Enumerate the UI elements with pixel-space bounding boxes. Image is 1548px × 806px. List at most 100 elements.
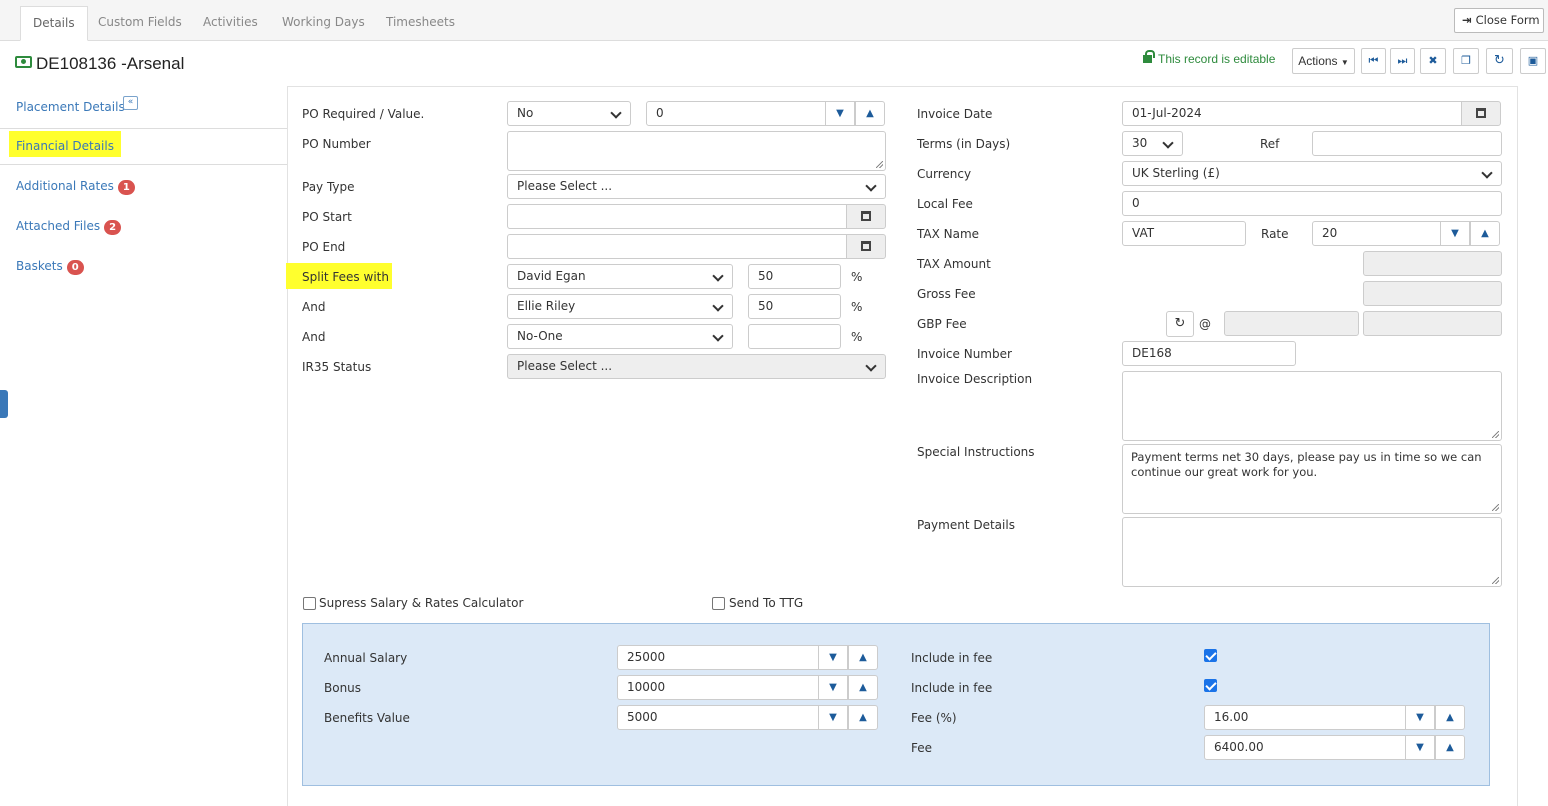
- decrement-button[interactable]: ▼: [1405, 735, 1435, 760]
- split-fee-2-percent[interactable]: 50: [748, 294, 841, 319]
- chevron-down-icon: ▼: [836, 108, 844, 119]
- bonus-input[interactable]: 10000: [617, 675, 819, 700]
- local-fee-input[interactable]: 0: [1122, 191, 1502, 216]
- po-end-calendar-button[interactable]: [846, 234, 886, 259]
- split-fee-2-select[interactable]: Ellie Riley: [507, 294, 733, 319]
- po-end-label: PO End: [302, 240, 346, 254]
- pay-type-select[interactable]: Please Select ...: [507, 174, 886, 199]
- fee-input[interactable]: 6400.00: [1204, 735, 1406, 760]
- first-record-button[interactable]: ⏮: [1361, 48, 1386, 74]
- special-instructions-label: Special Instructions: [917, 445, 1035, 459]
- po-required-select[interactable]: No: [507, 101, 631, 126]
- chevron-down-icon: ▼: [829, 712, 837, 723]
- increment-button[interactable]: ▲: [1470, 221, 1500, 246]
- suppress-calculator-label: Supress Salary & Rates Calculator: [319, 596, 524, 610]
- last-record-button[interactable]: ⏭: [1390, 48, 1415, 74]
- increment-button[interactable]: ▲: [1435, 735, 1465, 760]
- annual-salary-input[interactable]: 25000: [617, 645, 819, 670]
- gbp-fee-label: GBP Fee: [917, 317, 967, 331]
- collapse-icon[interactable]: «: [123, 96, 138, 110]
- percent-symbol: %: [851, 300, 863, 314]
- sidebar-item-placement-details[interactable]: Placement Details: [16, 100, 125, 114]
- payment-details-field[interactable]: [1122, 517, 1502, 587]
- split-fee-3-select[interactable]: No-One: [507, 324, 733, 349]
- increment-button[interactable]: ▲: [855, 101, 885, 126]
- count-badge: 2: [104, 220, 122, 235]
- split-fee-3-percent[interactable]: [748, 324, 841, 349]
- include-bonus-checkbox[interactable]: [1204, 679, 1217, 692]
- tab-custom-fields[interactable]: Custom Fields: [86, 6, 194, 41]
- payment-details-label: Payment Details: [917, 518, 1015, 532]
- currency-select[interactable]: UK Sterling (£): [1122, 161, 1502, 186]
- last-icon: ⏭: [1397, 54, 1408, 67]
- include-in-fee-label: Include in fee: [911, 651, 993, 665]
- po-end-input[interactable]: [507, 234, 847, 259]
- special-instructions-field[interactable]: Payment terms net 30 days, please pay us…: [1122, 444, 1502, 514]
- split-fee-1-select[interactable]: David Egan: [507, 264, 733, 289]
- rate-label: Rate: [1261, 227, 1289, 241]
- suppress-calculator-checkbox[interactable]: [303, 597, 316, 610]
- bonus-label: Bonus: [324, 681, 362, 695]
- tab-details[interactable]: Details: [20, 6, 88, 41]
- decrement-button[interactable]: ▼: [818, 675, 848, 700]
- terms-select[interactable]: 30: [1122, 131, 1183, 156]
- increment-button[interactable]: ▲: [848, 675, 878, 700]
- tab-timesheets[interactable]: Timesheets: [374, 6, 467, 41]
- decrement-button[interactable]: ▼: [818, 645, 848, 670]
- refresh-icon: ↻: [1494, 53, 1505, 68]
- percent-symbol: %: [851, 270, 863, 284]
- and-label: And: [302, 330, 326, 344]
- currency-label: Currency: [917, 167, 972, 181]
- pay-type-label: Pay Type: [302, 180, 355, 194]
- chevron-down-icon: ▼: [1451, 228, 1459, 239]
- copy-button[interactable]: ❐: [1453, 48, 1479, 74]
- increment-button[interactable]: ▲: [848, 705, 878, 730]
- save-icon: ▣: [1527, 54, 1539, 67]
- panel-drag-handle[interactable]: [0, 390, 8, 418]
- fee-percent-input[interactable]: 16.00: [1204, 705, 1406, 730]
- chevron-up-icon: ▲: [859, 712, 867, 723]
- refresh-button[interactable]: ↻: [1486, 48, 1513, 74]
- sidebar-item-attached-files[interactable]: Attached Files 2: [16, 219, 122, 235]
- delete-button[interactable]: ✖: [1420, 48, 1446, 74]
- ir35-status-select[interactable]: Please Select ...: [507, 354, 886, 379]
- tab-bar: Details Custom Fields Activities Working…: [0, 0, 1548, 41]
- increment-button[interactable]: ▲: [848, 645, 878, 670]
- split-fee-1-percent[interactable]: 50: [748, 264, 841, 289]
- po-value-input[interactable]: 0: [646, 101, 826, 126]
- send-to-ttg-checkbox[interactable]: [712, 597, 725, 610]
- invoice-number-input[interactable]: DE168: [1122, 341, 1296, 366]
- invoice-date-label: Invoice Date: [917, 107, 993, 121]
- gbp-refresh-button[interactable]: ↻: [1166, 311, 1194, 337]
- tax-name-input[interactable]: VAT: [1122, 221, 1246, 246]
- at-symbol: @: [1199, 317, 1211, 331]
- close-form-label: Close Form: [1475, 13, 1540, 27]
- po-number-field[interactable]: [507, 131, 886, 171]
- include-in-fee-label: Include in fee: [911, 681, 993, 695]
- invoice-date-calendar-button[interactable]: [1461, 101, 1501, 126]
- tax-amount-label: TAX Amount: [917, 257, 991, 271]
- increment-button[interactable]: ▲: [1435, 705, 1465, 730]
- po-start-input[interactable]: [507, 204, 847, 229]
- sidebar-item-baskets[interactable]: Baskets 0: [16, 259, 84, 275]
- po-start-calendar-button[interactable]: [846, 204, 886, 229]
- rate-input[interactable]: 20: [1312, 221, 1441, 246]
- tab-working-days[interactable]: Working Days: [270, 6, 377, 41]
- benefits-value-input[interactable]: 5000: [617, 705, 819, 730]
- sidebar-item-financial-details[interactable]: Financial Details: [9, 131, 121, 157]
- chevron-up-icon: ▲: [1446, 712, 1454, 723]
- decrement-button[interactable]: ▼: [1440, 221, 1470, 246]
- tab-activities[interactable]: Activities: [191, 6, 270, 41]
- decrement-button[interactable]: ▼: [1405, 705, 1435, 730]
- ref-input[interactable]: [1312, 131, 1502, 156]
- close-form-button[interactable]: ⇥ Close Form: [1454, 8, 1544, 33]
- save-button[interactable]: ▣: [1520, 48, 1546, 74]
- decrement-button[interactable]: ▼: [825, 101, 855, 126]
- decrement-button[interactable]: ▼: [818, 705, 848, 730]
- actions-dropdown[interactable]: Actions ▼: [1292, 48, 1355, 74]
- sidebar-item-additional-rates[interactable]: Additional Rates 1: [16, 179, 135, 195]
- chevron-down-icon: ▼: [829, 652, 837, 663]
- invoice-date-input[interactable]: 01-Jul-2024: [1122, 101, 1462, 126]
- include-salary-checkbox[interactable]: [1204, 649, 1217, 662]
- invoice-description-field[interactable]: [1122, 371, 1502, 441]
